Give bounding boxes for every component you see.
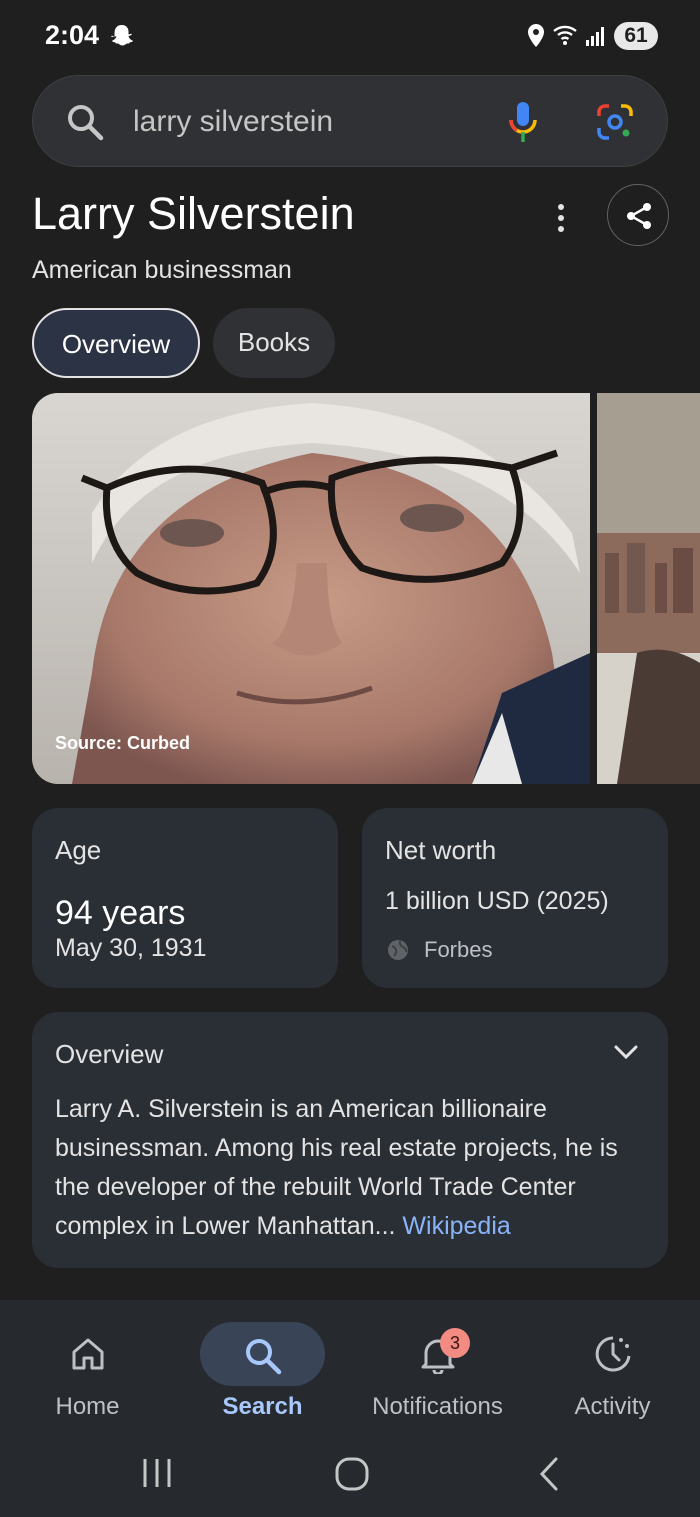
overview-description: Larry A. Silverstein is an American bill… — [55, 1095, 618, 1240]
recent-apps-icon[interactable] — [140, 1456, 174, 1490]
share-icon — [627, 203, 651, 229]
nav-notifications[interactable]: 3 Notifications — [350, 1300, 525, 1430]
search-bar[interactable]: larry silverstein — [32, 75, 668, 167]
overview-label: Overview — [55, 1039, 164, 1069]
net-worth-source[interactable]: Forbes — [424, 937, 492, 963]
wifi-icon — [553, 25, 577, 45]
status-bar: 2:04 61 — [0, 0, 700, 70]
portrait-photo[interactable]: Source: Curbed — [32, 393, 590, 784]
search-icon[interactable] — [65, 102, 105, 142]
net-worth-card[interactable]: Net worth 1 billion USD (2025) Forbes — [362, 808, 668, 988]
birth-date: May 30, 1931 — [55, 934, 207, 962]
globe-icon — [388, 940, 408, 960]
nav-search[interactable]: Search — [175, 1300, 350, 1430]
portrait-illustration — [32, 393, 590, 784]
net-worth-label: Net worth — [385, 835, 497, 865]
nav-activity-label: Activity — [574, 1393, 651, 1420]
share-button[interactable] — [607, 184, 669, 246]
microphone-icon[interactable] — [505, 100, 541, 144]
age-card[interactable]: Age 94 years May 30, 1931 — [32, 808, 338, 988]
overview-card[interactable]: Overview Larry A. Silverstein is an Amer… — [32, 1012, 668, 1268]
entity-subtitle: American businessman — [32, 256, 292, 284]
google-lens-icon[interactable] — [595, 102, 635, 142]
home-button-icon[interactable] — [334, 1456, 370, 1492]
back-icon[interactable] — [534, 1456, 564, 1492]
overview-ellipsis: ... — [374, 1212, 396, 1240]
system-navigation — [0, 1440, 700, 1517]
more-options-icon[interactable] — [549, 198, 573, 238]
nav-notifications-label: Notifications — [372, 1393, 503, 1420]
chevron-down-icon[interactable] — [612, 1040, 640, 1064]
activity-icon — [595, 1336, 631, 1372]
tab-books[interactable]: Books — [213, 308, 335, 378]
status-time: 2:04 — [45, 20, 100, 50]
notification-badge: 3 — [440, 1328, 470, 1358]
age-label: Age — [55, 835, 102, 865]
tab-overview[interactable]: Overview — [32, 308, 200, 378]
nav-home-label: Home — [55, 1393, 120, 1420]
net-worth-value: 1 billion USD (2025) — [385, 887, 609, 915]
image-source-caption: Source: Curbed — [55, 733, 191, 753]
city-illustration — [597, 393, 700, 784]
snapchat-icon — [111, 25, 133, 46]
nav-search-label: Search — [222, 1393, 303, 1420]
location-icon — [528, 24, 544, 47]
age-value: 94 years — [55, 894, 186, 932]
signal-icon — [586, 27, 604, 46]
wikipedia-link[interactable]: Wikipedia — [402, 1212, 510, 1240]
overview-text: Larry A. Silverstein is an American bill… — [55, 1090, 655, 1246]
search-input[interactable]: larry silverstein — [133, 105, 333, 139]
nav-activity[interactable]: Activity — [525, 1300, 700, 1430]
nav-home[interactable]: Home — [0, 1300, 175, 1430]
secondary-photo[interactable] — [597, 393, 700, 784]
battery-indicator: 61 — [614, 22, 658, 50]
home-icon — [72, 1338, 104, 1370]
entity-title: Larry Silverstein — [32, 188, 355, 239]
search-icon — [246, 1339, 282, 1375]
